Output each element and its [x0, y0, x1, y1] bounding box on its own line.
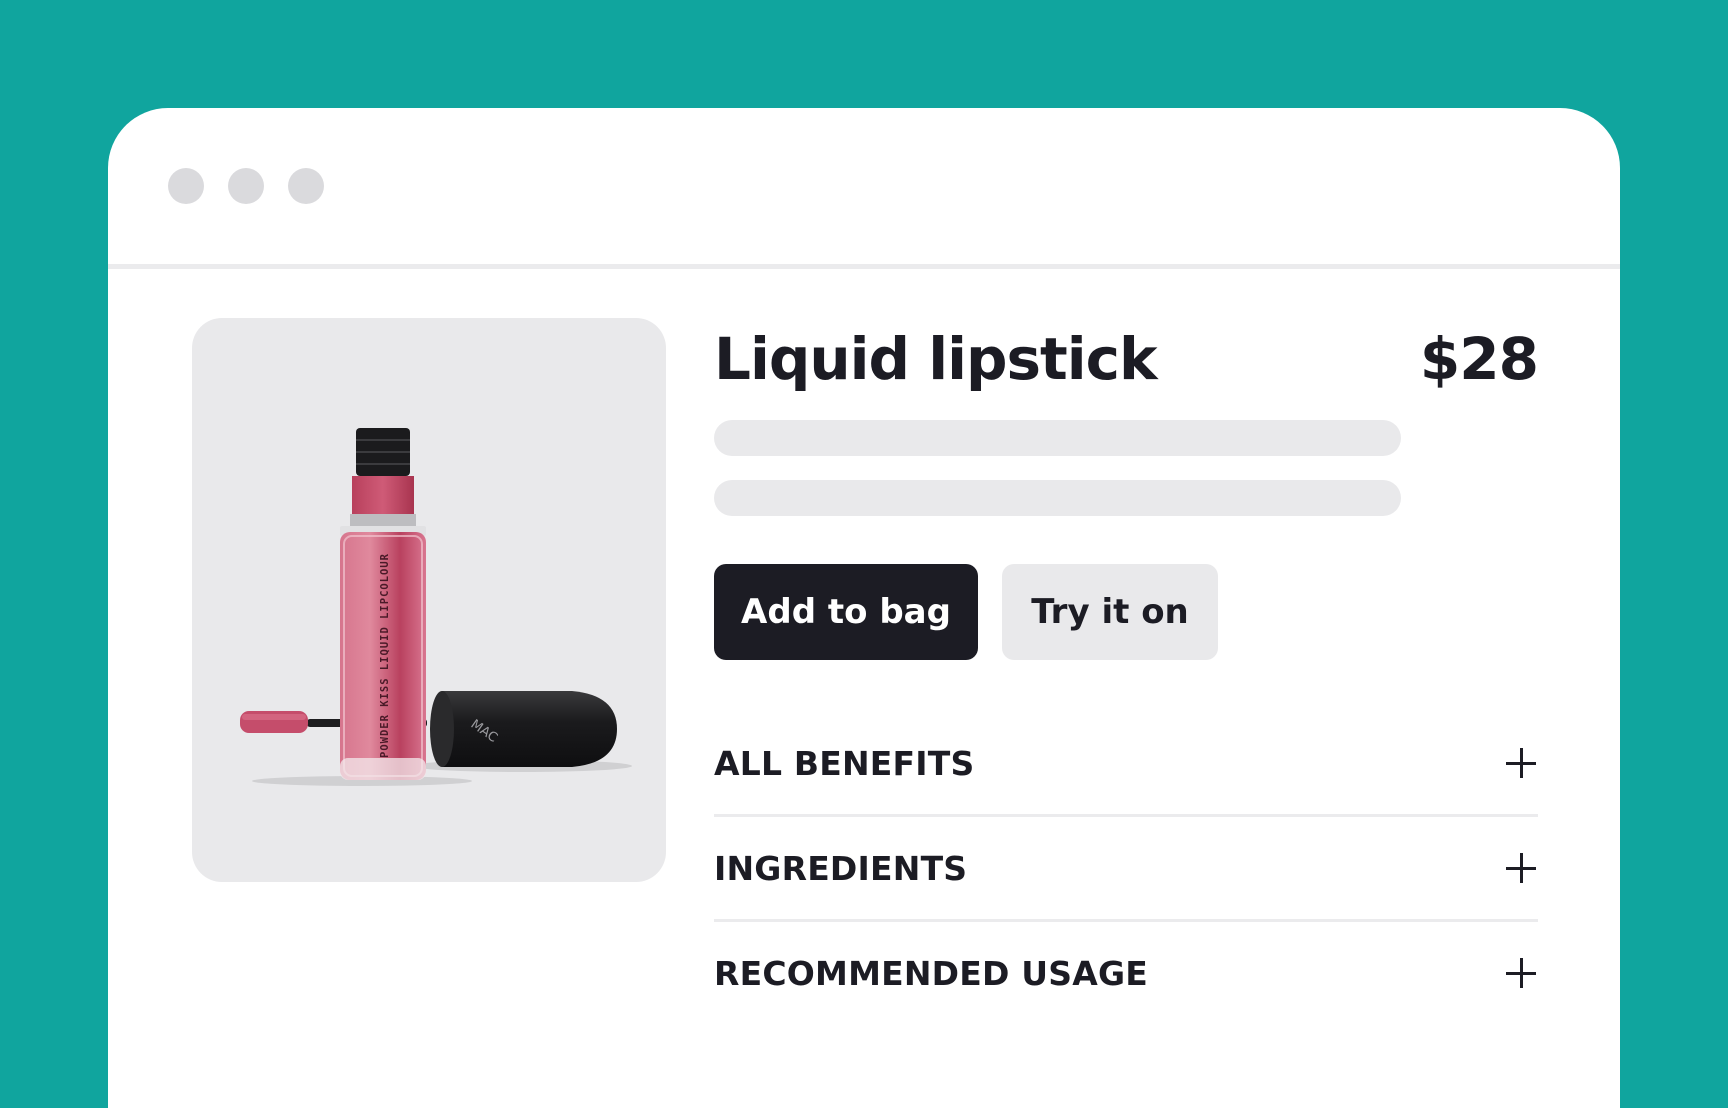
accordion-item-all-benefits[interactable]: ALL BENEFITS [714, 712, 1538, 817]
try-it-on-button[interactable]: Try it on [1002, 564, 1218, 660]
window-control-dot[interactable] [168, 168, 204, 204]
description-placeholder-line [714, 420, 1401, 456]
lipstick-illustration: MAC POWDER KISS LIQUID LIPCOLOUR [240, 428, 632, 786]
tube-label: POWDER KISS LIQUID LIPCOLOUR [379, 553, 391, 758]
plus-icon[interactable] [1506, 748, 1536, 778]
product-details-accordion: ALL BENEFITS INGREDIENTS RECOMMENDED USA… [714, 712, 1538, 1024]
browser-window: MAC POWDER KISS LIQUID LIPCOLOUR Liquid … [108, 108, 1620, 1108]
plus-icon[interactable] [1506, 853, 1536, 883]
plus-icon[interactable] [1506, 958, 1536, 988]
description-placeholder-line [714, 480, 1401, 516]
accordion-label: INGREDIENTS [714, 848, 968, 888]
accordion-item-recommended-usage[interactable]: RECOMMENDED USAGE [714, 922, 1538, 1024]
accordion-item-ingredients[interactable]: INGREDIENTS [714, 817, 1538, 922]
window-titlebar [108, 108, 1620, 269]
accordion-label: ALL BENEFITS [714, 743, 975, 783]
window-control-dot[interactable] [228, 168, 264, 204]
add-to-bag-button[interactable]: Add to bag [714, 564, 978, 660]
window-control-dot[interactable] [288, 168, 324, 204]
accordion-label: RECOMMENDED USAGE [714, 953, 1149, 993]
product-title: Liquid lipstick [714, 325, 1158, 393]
product-price: $28 [1419, 325, 1539, 393]
product-image: MAC POWDER KISS LIQUID LIPCOLOUR [192, 318, 666, 882]
